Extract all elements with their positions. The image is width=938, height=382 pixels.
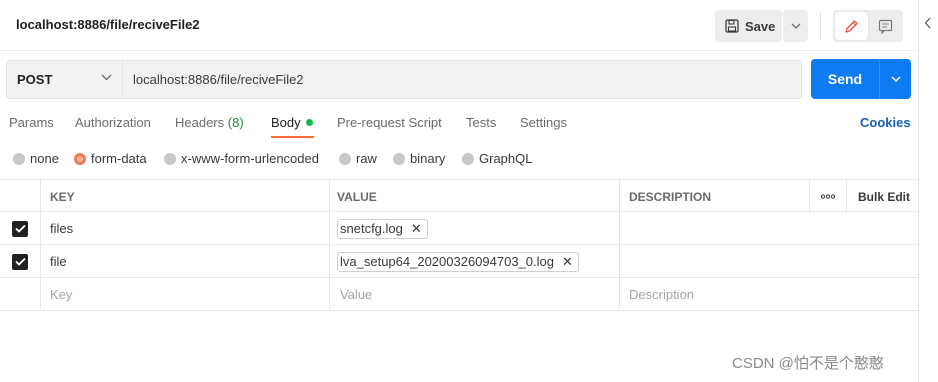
key-text: file	[50, 254, 67, 269]
url-input[interactable]: localhost:8886/file/reciveFile2	[122, 60, 802, 99]
chevron-down-icon	[891, 76, 901, 82]
checkmark-icon	[14, 257, 26, 266]
body-type-label: x-www-form-urlencoded	[181, 151, 319, 166]
table-row: files snetcfg.log ✕	[0, 212, 918, 245]
body-type-raw[interactable]: raw	[339, 151, 377, 166]
watermark: CSDN @怕不是个憨憨	[732, 355, 884, 372]
table-row: file lva_setup64_20200326094703_0.log ✕	[0, 245, 918, 278]
value-cell[interactable]: lva_setup64_20200326094703_0.log ✕	[330, 245, 620, 278]
remove-file-icon[interactable]: ✕	[562, 255, 573, 268]
radio-button-selected[interactable]	[74, 152, 86, 165]
row-checkbox-cell	[0, 245, 41, 278]
request-editor: localhost:8886/file/reciveFile2 Save POS…	[0, 0, 918, 382]
tab-body-label: Body	[271, 115, 301, 130]
body-type-label: none	[30, 151, 59, 166]
body-type-form-data[interactable]: form-data	[74, 151, 147, 166]
row-enabled-checkbox[interactable]	[12, 253, 28, 270]
row-enabled-checkbox[interactable]	[12, 220, 28, 237]
radio-button[interactable]	[164, 152, 176, 165]
description-input[interactable]: Description	[620, 278, 918, 311]
column-header-description: DESCRIPTION	[620, 180, 810, 213]
value-cell[interactable]: snetcfg.log ✕	[330, 212, 620, 245]
key-cell[interactable]: files	[41, 212, 330, 245]
header-checkbox-cell	[0, 180, 41, 213]
description-cell[interactable]	[620, 212, 918, 245]
body-type-label: form-data	[91, 151, 147, 166]
pencil-icon	[844, 19, 859, 34]
chevron-down-icon	[791, 23, 801, 29]
file-chip: lva_setup64_20200326094703_0.log ✕	[337, 251, 579, 272]
tab-settings[interactable]: Settings	[520, 115, 567, 130]
checkmark-icon	[14, 224, 26, 233]
file-chip: snetcfg.log ✕	[337, 218, 428, 239]
table-row-new: Key Value Description	[0, 278, 918, 311]
tab-headers-label: Headers	[175, 115, 225, 130]
bulk-edit-button[interactable]: Bulk Edit	[847, 180, 918, 213]
key-placeholder: Key	[50, 287, 73, 302]
headers-count-badge: (8)	[227, 115, 244, 130]
comment-doc-icon	[878, 19, 893, 34]
radio-button[interactable]	[462, 152, 474, 165]
column-header-value: VALUE	[330, 180, 620, 213]
file-name: lva_setup64_20200326094703_0.log	[340, 254, 554, 269]
documentation-mode-button[interactable]	[870, 12, 901, 40]
more-options-button[interactable]	[810, 180, 847, 213]
body-type-none[interactable]: none	[13, 151, 59, 166]
more-horizontal-icon	[821, 194, 835, 199]
tab-headers[interactable]: Headers (8)	[175, 115, 244, 130]
send-options-button[interactable]	[879, 59, 911, 99]
description-placeholder: Description	[629, 287, 695, 302]
description-cell[interactable]	[620, 245, 918, 278]
column-header-key: KEY	[41, 180, 330, 213]
row-checkbox-cell	[0, 278, 41, 311]
chevron-down-icon	[101, 74, 112, 81]
file-name: snetcfg.log	[340, 221, 403, 236]
active-tab-indicator	[271, 136, 314, 138]
radio-button[interactable]	[393, 152, 405, 165]
body-type-label: GraphQL	[479, 151, 533, 166]
floppy-disk-icon	[725, 19, 739, 33]
body-type-label: raw	[356, 151, 377, 166]
key-input[interactable]: Key	[41, 278, 330, 311]
tab-authorization[interactable]: Authorization	[75, 115, 151, 130]
table-header-row: KEY VALUE DESCRIPTION Bulk Edit	[0, 179, 918, 213]
tab-body[interactable]: Body	[271, 115, 313, 130]
remove-file-icon[interactable]: ✕	[411, 222, 422, 235]
tab-params[interactable]: Params	[9, 115, 54, 130]
save-button[interactable]: Save	[715, 10, 782, 42]
body-type-binary[interactable]: binary	[393, 151, 445, 166]
chevron-left-icon[interactable]	[924, 17, 934, 31]
radio-button[interactable]	[339, 152, 351, 165]
edit-mode-button[interactable]	[835, 12, 868, 40]
body-type-graphql[interactable]: GraphQL	[462, 151, 532, 166]
body-type-x-www-form-urlencoded[interactable]: x-www-form-urlencoded	[164, 151, 319, 166]
request-title[interactable]: localhost:8886/file/reciveFile2	[16, 17, 200, 32]
save-options-button[interactable]	[783, 10, 808, 42]
cookies-link[interactable]: Cookies	[860, 115, 911, 130]
method-value: POST	[17, 72, 53, 87]
radio-button[interactable]	[13, 152, 25, 165]
tab-pre-request-script[interactable]: Pre-request Script	[337, 115, 442, 130]
key-text: files	[50, 221, 74, 236]
save-button-label: Save	[745, 18, 776, 34]
row-checkbox-cell	[0, 212, 41, 245]
body-type-label: binary	[410, 151, 446, 166]
key-cell[interactable]: file	[41, 245, 330, 278]
body-active-dot	[305, 119, 313, 126]
tab-tests[interactable]: Tests	[466, 115, 496, 130]
right-sidebar-rail	[918, 0, 938, 382]
value-placeholder: Value	[340, 287, 373, 302]
value-input[interactable]: Value	[330, 278, 620, 311]
view-mode-toggle	[833, 10, 903, 42]
send-button[interactable]: Send	[811, 59, 879, 99]
toolbar-divider	[820, 12, 821, 40]
request-title-bar: localhost:8886/file/reciveFile2 Save	[0, 0, 918, 51]
method-select[interactable]: POST	[6, 60, 122, 99]
